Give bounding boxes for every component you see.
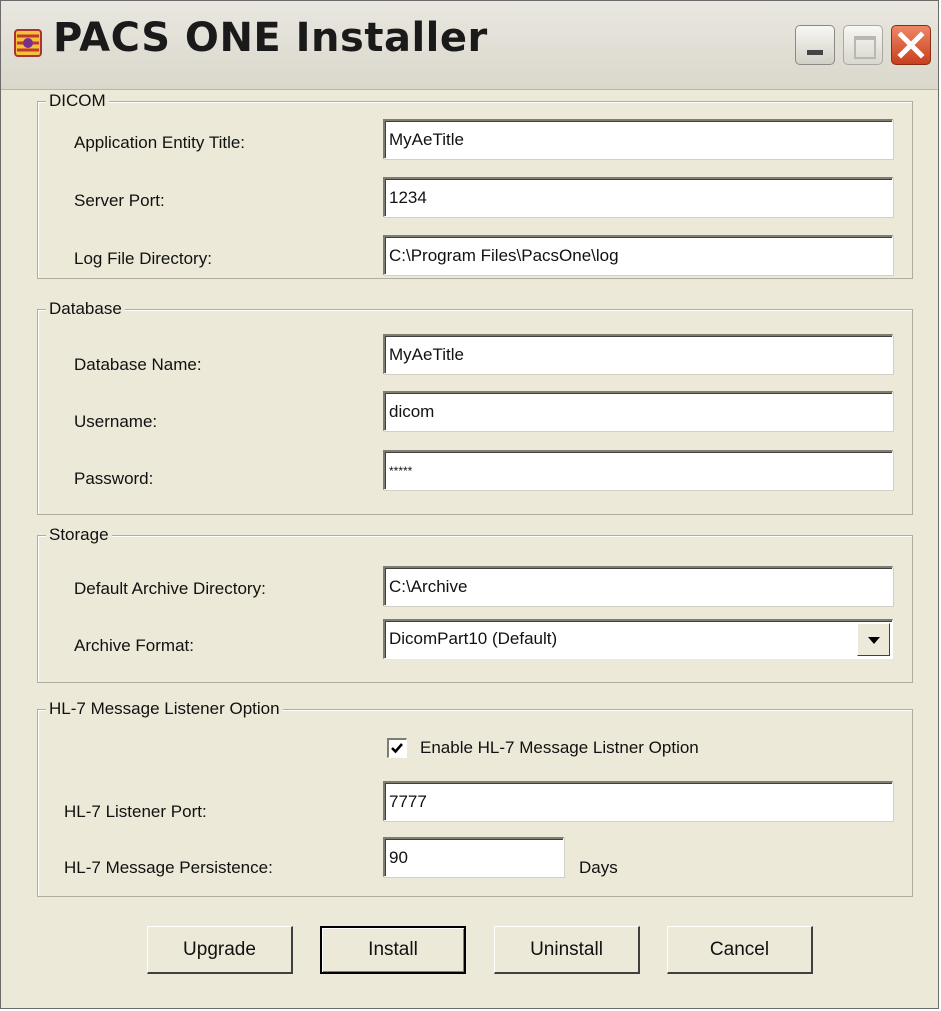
password-label: Password: bbox=[74, 469, 154, 488]
server-port-label: Server Port: bbox=[74, 191, 165, 210]
archive-dir-label: Default Archive Directory: bbox=[74, 579, 266, 598]
install-button[interactable]: Install bbox=[320, 926, 466, 974]
maximize-icon bbox=[854, 36, 876, 59]
storage-group: Storage Default Archive Directory: Archi… bbox=[37, 526, 913, 683]
hl7-port-label: HL-7 Listener Port: bbox=[64, 802, 207, 821]
ae-title-label: Application Entity Title: bbox=[74, 133, 246, 152]
hl7-persistence-label: HL-7 Message Persistence: bbox=[64, 858, 273, 877]
uninstall-button[interactable]: Uninstall bbox=[494, 926, 640, 974]
username-input[interactable] bbox=[383, 391, 893, 431]
upgrade-button[interactable]: Upgrade bbox=[147, 926, 293, 974]
storage-legend: Storage bbox=[46, 526, 112, 544]
server-port-input[interactable] bbox=[383, 177, 893, 217]
window-title: PACS ONE Installer bbox=[53, 15, 488, 61]
database-name-input[interactable] bbox=[383, 334, 893, 374]
archive-format-label: Archive Format: bbox=[74, 636, 194, 655]
pacs-one-app-icon bbox=[14, 29, 42, 57]
days-label: Days bbox=[579, 858, 618, 877]
cancel-button[interactable]: Cancel bbox=[667, 926, 813, 974]
hl7-port-input[interactable] bbox=[383, 781, 893, 821]
archive-dir-input[interactable] bbox=[383, 566, 893, 606]
maximize-button[interactable] bbox=[843, 25, 883, 65]
archive-format-select[interactable]: DicomPart10 (Default) bbox=[383, 619, 893, 659]
archive-format-dropdown-button[interactable] bbox=[857, 623, 890, 656]
log-dir-input[interactable] bbox=[383, 235, 893, 275]
dicom-legend: DICOM bbox=[46, 92, 109, 110]
close-icon bbox=[897, 31, 925, 59]
ae-title-input[interactable] bbox=[383, 119, 893, 159]
minimize-icon bbox=[807, 50, 823, 55]
minimize-button[interactable] bbox=[795, 25, 835, 65]
chevron-down-icon bbox=[868, 637, 880, 644]
log-dir-label: Log File Directory: bbox=[74, 249, 212, 268]
database-group: Database Database Name: Username: Passwo… bbox=[37, 300, 913, 515]
checkmark-icon bbox=[391, 743, 403, 754]
close-button[interactable] bbox=[891, 25, 931, 65]
password-input[interactable] bbox=[383, 450, 893, 490]
enable-hl7-checkbox[interactable] bbox=[387, 738, 407, 758]
database-name-label: Database Name: bbox=[74, 355, 202, 374]
hl7-group: HL-7 Message Listener Option Enable HL-7… bbox=[37, 700, 913, 897]
archive-format-value: DicomPart10 (Default) bbox=[389, 629, 558, 648]
hl7-persistence-input[interactable] bbox=[383, 837, 564, 877]
username-label: Username: bbox=[74, 412, 158, 431]
hl7-legend: HL-7 Message Listener Option bbox=[46, 700, 283, 718]
installer-window: PACS ONE Installer DICOM Application Ent… bbox=[0, 0, 939, 1009]
title-bar[interactable]: PACS ONE Installer bbox=[1, 1, 938, 90]
database-legend: Database bbox=[46, 300, 125, 318]
enable-hl7-label[interactable]: Enable HL-7 Message Listner Option bbox=[420, 738, 699, 758]
dicom-group: DICOM Application Entity Title: Server P… bbox=[37, 92, 913, 279]
